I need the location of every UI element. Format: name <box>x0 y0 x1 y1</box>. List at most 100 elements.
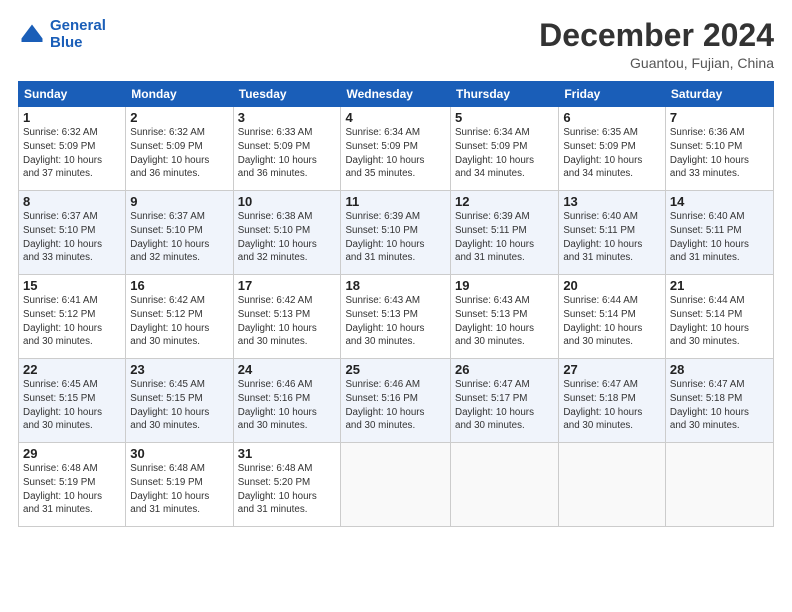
calendar-cell: 18Sunrise: 6:43 AM Sunset: 5:13 PM Dayli… <box>341 275 451 359</box>
day-info: Sunrise: 6:43 AM Sunset: 5:13 PM Dayligh… <box>345 294 446 349</box>
day-info: Sunrise: 6:44 AM Sunset: 5:14 PM Dayligh… <box>670 294 769 349</box>
calendar-cell: 2Sunrise: 6:32 AM Sunset: 5:09 PM Daylig… <box>126 107 233 191</box>
month-title: December 2024 <box>539 18 774 53</box>
calendar-cell: 15Sunrise: 6:41 AM Sunset: 5:12 PM Dayli… <box>19 275 126 359</box>
week-row-2: 8Sunrise: 6:37 AM Sunset: 5:10 PM Daylig… <box>19 191 774 275</box>
calendar-cell: 10Sunrise: 6:38 AM Sunset: 5:10 PM Dayli… <box>233 191 341 275</box>
calendar-cell <box>559 443 666 527</box>
day-info: Sunrise: 6:32 AM Sunset: 5:09 PM Dayligh… <box>23 126 121 181</box>
calendar-cell: 11Sunrise: 6:39 AM Sunset: 5:10 PM Dayli… <box>341 191 451 275</box>
calendar-cell: 30Sunrise: 6:48 AM Sunset: 5:19 PM Dayli… <box>126 443 233 527</box>
calendar-cell: 29Sunrise: 6:48 AM Sunset: 5:19 PM Dayli… <box>19 443 126 527</box>
logo-general: General <box>50 17 106 34</box>
logo-blue-word: Blue <box>50 34 83 51</box>
day-info: Sunrise: 6:47 AM Sunset: 5:18 PM Dayligh… <box>670 378 769 433</box>
day-number: 13 <box>563 194 661 209</box>
day-info: Sunrise: 6:45 AM Sunset: 5:15 PM Dayligh… <box>23 378 121 433</box>
calendar-cell: 13Sunrise: 6:40 AM Sunset: 5:11 PM Dayli… <box>559 191 666 275</box>
day-number: 26 <box>455 362 554 377</box>
col-thursday: Thursday <box>451 82 559 107</box>
day-info: Sunrise: 6:34 AM Sunset: 5:09 PM Dayligh… <box>455 126 554 181</box>
calendar-cell: 4Sunrise: 6:34 AM Sunset: 5:09 PM Daylig… <box>341 107 451 191</box>
day-info: Sunrise: 6:39 AM Sunset: 5:10 PM Dayligh… <box>345 210 446 265</box>
day-number: 4 <box>345 110 446 125</box>
day-number: 6 <box>563 110 661 125</box>
calendar-cell: 21Sunrise: 6:44 AM Sunset: 5:14 PM Dayli… <box>665 275 773 359</box>
calendar-table: Sunday Monday Tuesday Wednesday Thursday… <box>18 81 774 527</box>
day-info: Sunrise: 6:43 AM Sunset: 5:13 PM Dayligh… <box>455 294 554 349</box>
calendar-cell: 7Sunrise: 6:36 AM Sunset: 5:10 PM Daylig… <box>665 107 773 191</box>
calendar-cell: 25Sunrise: 6:46 AM Sunset: 5:16 PM Dayli… <box>341 359 451 443</box>
logo-text: General Blue <box>50 18 106 51</box>
calendar-cell: 6Sunrise: 6:35 AM Sunset: 5:09 PM Daylig… <box>559 107 666 191</box>
day-info: Sunrise: 6:46 AM Sunset: 5:16 PM Dayligh… <box>238 378 337 433</box>
calendar-cell: 20Sunrise: 6:44 AM Sunset: 5:14 PM Dayli… <box>559 275 666 359</box>
day-info: Sunrise: 6:41 AM Sunset: 5:12 PM Dayligh… <box>23 294 121 349</box>
week-row-3: 15Sunrise: 6:41 AM Sunset: 5:12 PM Dayli… <box>19 275 774 359</box>
day-info: Sunrise: 6:37 AM Sunset: 5:10 PM Dayligh… <box>23 210 121 265</box>
day-number: 7 <box>670 110 769 125</box>
day-number: 19 <box>455 278 554 293</box>
day-info: Sunrise: 6:34 AM Sunset: 5:09 PM Dayligh… <box>345 126 446 181</box>
calendar-cell <box>341 443 451 527</box>
day-number: 22 <box>23 362 121 377</box>
day-number: 5 <box>455 110 554 125</box>
calendar-cell: 23Sunrise: 6:45 AM Sunset: 5:15 PM Dayli… <box>126 359 233 443</box>
calendar-cell: 5Sunrise: 6:34 AM Sunset: 5:09 PM Daylig… <box>451 107 559 191</box>
col-sunday: Sunday <box>19 82 126 107</box>
week-row-4: 22Sunrise: 6:45 AM Sunset: 5:15 PM Dayli… <box>19 359 774 443</box>
day-info: Sunrise: 6:35 AM Sunset: 5:09 PM Dayligh… <box>563 126 661 181</box>
day-info: Sunrise: 6:48 AM Sunset: 5:19 PM Dayligh… <box>130 462 228 517</box>
day-number: 27 <box>563 362 661 377</box>
calendar-cell: 27Sunrise: 6:47 AM Sunset: 5:18 PM Dayli… <box>559 359 666 443</box>
calendar-cell: 8Sunrise: 6:37 AM Sunset: 5:10 PM Daylig… <box>19 191 126 275</box>
logo: General Blue <box>18 18 106 51</box>
day-number: 25 <box>345 362 446 377</box>
day-number: 12 <box>455 194 554 209</box>
day-info: Sunrise: 6:47 AM Sunset: 5:17 PM Dayligh… <box>455 378 554 433</box>
day-info: Sunrise: 6:46 AM Sunset: 5:16 PM Dayligh… <box>345 378 446 433</box>
header-row: Sunday Monday Tuesday Wednesday Thursday… <box>19 82 774 107</box>
day-number: 28 <box>670 362 769 377</box>
calendar-cell: 12Sunrise: 6:39 AM Sunset: 5:11 PM Dayli… <box>451 191 559 275</box>
day-number: 9 <box>130 194 228 209</box>
day-number: 17 <box>238 278 337 293</box>
page: General Blue December 2024 Guantou, Fuji… <box>0 0 792 612</box>
day-info: Sunrise: 6:42 AM Sunset: 5:12 PM Dayligh… <box>130 294 228 349</box>
calendar-cell: 16Sunrise: 6:42 AM Sunset: 5:12 PM Dayli… <box>126 275 233 359</box>
day-info: Sunrise: 6:48 AM Sunset: 5:19 PM Dayligh… <box>23 462 121 517</box>
day-number: 31 <box>238 446 337 461</box>
day-number: 18 <box>345 278 446 293</box>
day-number: 24 <box>238 362 337 377</box>
day-info: Sunrise: 6:39 AM Sunset: 5:11 PM Dayligh… <box>455 210 554 265</box>
header: General Blue December 2024 Guantou, Fuji… <box>18 18 774 71</box>
day-info: Sunrise: 6:40 AM Sunset: 5:11 PM Dayligh… <box>563 210 661 265</box>
calendar-cell: 28Sunrise: 6:47 AM Sunset: 5:18 PM Dayli… <box>665 359 773 443</box>
calendar-cell: 31Sunrise: 6:48 AM Sunset: 5:20 PM Dayli… <box>233 443 341 527</box>
day-info: Sunrise: 6:48 AM Sunset: 5:20 PM Dayligh… <box>238 462 337 517</box>
col-wednesday: Wednesday <box>341 82 451 107</box>
calendar-cell: 26Sunrise: 6:47 AM Sunset: 5:17 PM Dayli… <box>451 359 559 443</box>
calendar-cell: 22Sunrise: 6:45 AM Sunset: 5:15 PM Dayli… <box>19 359 126 443</box>
day-number: 16 <box>130 278 228 293</box>
col-monday: Monday <box>126 82 233 107</box>
col-friday: Friday <box>559 82 666 107</box>
logo-icon <box>18 21 46 49</box>
day-info: Sunrise: 6:47 AM Sunset: 5:18 PM Dayligh… <box>563 378 661 433</box>
calendar-cell: 14Sunrise: 6:40 AM Sunset: 5:11 PM Dayli… <box>665 191 773 275</box>
calendar-cell: 3Sunrise: 6:33 AM Sunset: 5:09 PM Daylig… <box>233 107 341 191</box>
day-info: Sunrise: 6:45 AM Sunset: 5:15 PM Dayligh… <box>130 378 228 433</box>
day-number: 1 <box>23 110 121 125</box>
day-info: Sunrise: 6:32 AM Sunset: 5:09 PM Dayligh… <box>130 126 228 181</box>
day-number: 30 <box>130 446 228 461</box>
calendar-cell: 24Sunrise: 6:46 AM Sunset: 5:16 PM Dayli… <box>233 359 341 443</box>
location-subtitle: Guantou, Fujian, China <box>539 55 774 71</box>
day-info: Sunrise: 6:36 AM Sunset: 5:10 PM Dayligh… <box>670 126 769 181</box>
day-info: Sunrise: 6:40 AM Sunset: 5:11 PM Dayligh… <box>670 210 769 265</box>
day-number: 10 <box>238 194 337 209</box>
day-number: 8 <box>23 194 121 209</box>
day-info: Sunrise: 6:37 AM Sunset: 5:10 PM Dayligh… <box>130 210 228 265</box>
calendar-cell <box>665 443 773 527</box>
day-number: 29 <box>23 446 121 461</box>
day-info: Sunrise: 6:38 AM Sunset: 5:10 PM Dayligh… <box>238 210 337 265</box>
